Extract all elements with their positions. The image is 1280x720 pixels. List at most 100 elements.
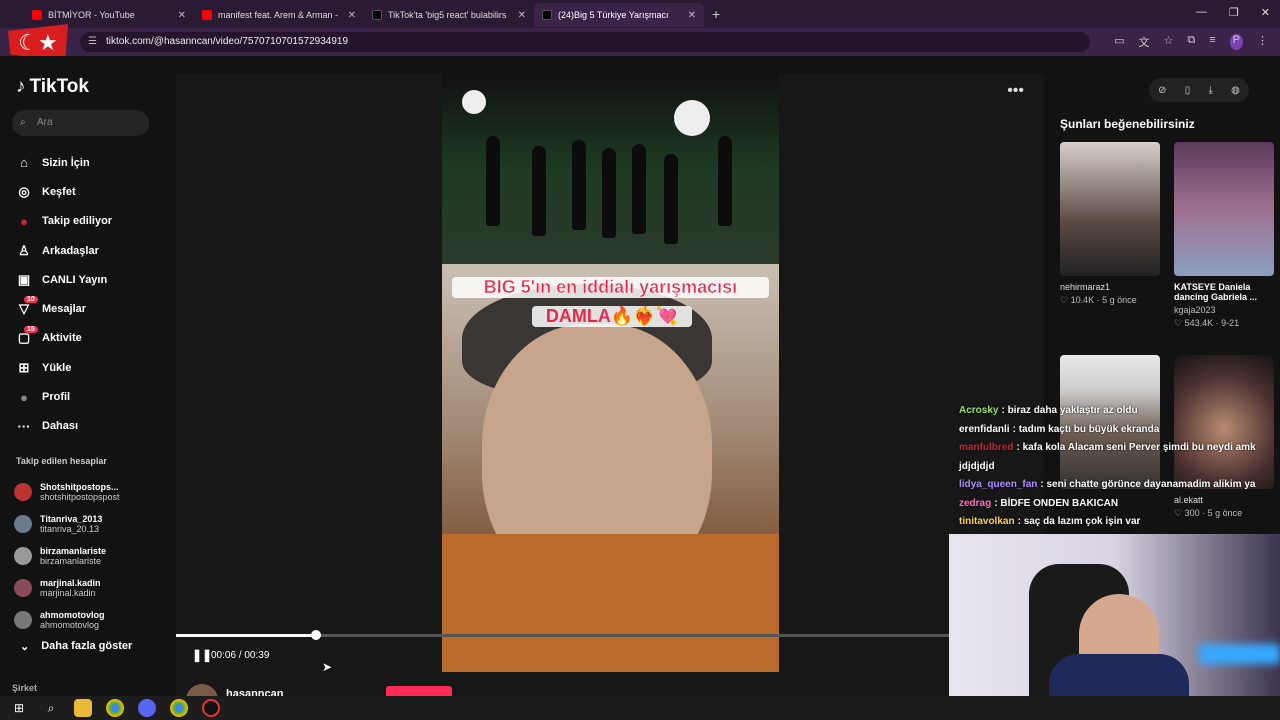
discord-icon[interactable]	[138, 699, 156, 717]
download-icon[interactable]: ⤓	[1208, 85, 1212, 96]
compass-icon: ◎	[18, 183, 30, 199]
restore-icon[interactable]: ❐	[1229, 6, 1239, 19]
browser-tab[interactable]: manifest feat. Arem & Arman - ✕	[194, 3, 364, 27]
following-account[interactable]: ahmomotovlog ahmomotovlog	[14, 604, 120, 636]
windows-start-icon[interactable]: ⊞	[10, 699, 28, 717]
nav-label: Keşfet	[42, 185, 76, 198]
youtube-icon	[32, 10, 42, 20]
dancer	[718, 136, 732, 226]
more-icon: ···	[17, 418, 31, 434]
new-tab-icon[interactable]: +	[712, 6, 720, 22]
extensions-icon[interactable]: ⧉	[1187, 34, 1195, 50]
close-icon[interactable]: ✕	[348, 10, 356, 21]
tiktok-icon	[542, 10, 552, 20]
chat-text: tadım kaçtı bu büyük ekranda	[1018, 423, 1160, 435]
coin-icon[interactable]: ⊘	[1158, 85, 1166, 96]
nav-item-kesfet[interactable]: ◎ Keşfet	[16, 177, 112, 206]
following-avatar-icon: ●	[20, 213, 28, 229]
search-icon[interactable]: ⌕	[42, 699, 60, 717]
messages-badge: 10	[24, 296, 38, 304]
nav-item-aktivite[interactable]: ▢ 15 Aktivite	[16, 324, 112, 353]
tiktok-note-icon: ♪	[16, 76, 26, 97]
menu-icon[interactable]: ⋮	[1257, 34, 1268, 50]
video-frame[interactable]: BIG 5'ın en iddialı yarışmacısı DAMLA🔥❤️…	[442, 74, 779, 672]
following-account[interactable]: marjinal.kadin marjinal.kadin	[14, 572, 120, 604]
profile-avatar-icon: ●	[20, 389, 28, 405]
chat-user: erenfidanli	[959, 423, 1010, 435]
shirt	[442, 534, 779, 672]
close-icon[interactable]: ✕	[518, 10, 526, 21]
profile-avatar-icon[interactable]: ◍	[1231, 85, 1240, 96]
search-input[interactable]: ⌕ Ara	[12, 110, 149, 136]
suggested-video[interactable]: KATSEYE Daniela dancing Gabriela ... kga…	[1174, 142, 1274, 329]
bookmark-star-icon[interactable]: ☆	[1164, 34, 1174, 50]
tiktok-logo[interactable]: ♪ TikTok	[16, 76, 89, 98]
tab-title: (24)Big 5 Türkiye Yarışmacı	[558, 10, 669, 20]
company-link[interactable]: Şirket	[12, 683, 37, 693]
close-icon[interactable]: ✕	[688, 10, 696, 21]
browser-toolbar-icons: ▭ 文 ☆ ⧉ ≡ P ⋮	[1114, 34, 1268, 50]
mouse-cursor-icon: ➤	[322, 660, 333, 674]
progress-knob[interactable]	[310, 630, 321, 640]
translate-icon[interactable]: 文	[1139, 34, 1150, 50]
minimize-icon[interactable]: —	[1196, 6, 1207, 19]
pause-icon[interactable]: ❚❚	[192, 648, 212, 662]
brand-name: TikTok	[29, 76, 89, 97]
nav-label: Takip ediliyor	[42, 215, 113, 228]
profile-icon[interactable]: P	[1229, 34, 1243, 50]
media-icon[interactable]: ≡	[1209, 34, 1215, 50]
dancer	[486, 136, 500, 226]
nav-item-profil[interactable]: ● Profil	[16, 382, 112, 411]
show-more-button[interactable]: ⌄ Daha fazla göster	[20, 640, 132, 653]
chrome-icon[interactable]	[106, 699, 124, 717]
address-bar[interactable]: ☰ tiktok.com/@hasanncan/video/7570710701…	[80, 32, 1090, 52]
nav-label: Mesajlar	[42, 303, 87, 316]
dancer	[532, 146, 546, 236]
chat-message: Acrosky: biraz daha yaklaştır az oldu	[959, 405, 1138, 416]
chat-message: manfulbred: kafa kola Alacam seni Perver…	[959, 442, 1256, 472]
browser-tab[interactable]: BİTMİYOR - YouTube ✕	[24, 3, 194, 27]
device-icon[interactable]: ▯	[1185, 85, 1191, 96]
video-player[interactable]: BIG 5'ın en iddialı yarışmacısı DAMLA🔥❤️…	[176, 74, 1044, 716]
nav-label: Aktivite	[42, 332, 82, 345]
browser-tab-active[interactable]: (24)Big 5 Türkiye Yarışmacı ✕	[534, 3, 704, 27]
chat-message: lidya_queen_fan: seni chatte görünce day…	[959, 479, 1256, 490]
following-header: Takip edilen hesaplar	[16, 456, 107, 466]
dance-scene	[442, 74, 779, 264]
nav-item-takip-ediliyor[interactable]: ● Takip ediliyor	[16, 207, 112, 236]
following-account[interactable]: birzamanlariste birzamanlariste	[14, 540, 120, 572]
nav-item-arkadaslar[interactable]: ♙ Arkadaşlar	[16, 236, 112, 265]
following-account[interactable]: Shotshitpostops... shotshitpostopspost	[14, 476, 120, 508]
webcam-overlay	[949, 534, 1280, 720]
nav-item-mesajlar[interactable]: ▽ 10 Mesajlar	[16, 294, 112, 323]
video-thumbnail	[1174, 142, 1274, 276]
nav-item-sizin-icin[interactable]: ⌂ Sizin İçin	[16, 148, 112, 177]
suggested-video[interactable]: nehirmaraz1 ♡ 10.4K · 5 g önce	[1060, 142, 1160, 306]
close-icon[interactable]: ✕	[178, 10, 186, 21]
chevron-down-icon: ⌄	[20, 641, 30, 653]
nav-item-canli-yayin[interactable]: ▣ CANLI Yayın	[16, 265, 112, 294]
following-list: Shotshitpostops... shotshitpostopspost Ti…	[14, 476, 120, 636]
nav-item-dahasi[interactable]: ··· Dahası	[16, 412, 112, 441]
site-info-icon[interactable]: ☰	[88, 32, 97, 52]
video-progress-bar[interactable]	[176, 630, 951, 640]
avatar	[14, 483, 32, 501]
chat-user: manfulbred	[959, 442, 1014, 453]
account-name: birzamanlariste	[40, 546, 107, 556]
browser-tab[interactable]: TikTok'ta 'big5 react' bulabilirs ✕	[364, 3, 534, 27]
file-explorer-icon[interactable]	[74, 699, 92, 717]
chrome-icon[interactable]	[170, 699, 188, 717]
cast-icon[interactable]: ▭	[1114, 34, 1124, 50]
nav-item-yukle[interactable]: ⊞ Yükle	[16, 353, 112, 382]
following-account[interactable]: Titanriva_2013 titanriva_20.13	[14, 508, 120, 540]
activity-icon: ▢	[17, 330, 31, 346]
more-options-icon[interactable]: •••	[1007, 82, 1024, 100]
top-action-icons: ⊘ ▯ ⤓ ◍	[1149, 78, 1249, 102]
account-handle: shotshitpostopspost	[40, 492, 120, 502]
obs-icon[interactable]	[202, 699, 220, 717]
close-window-icon[interactable]: ✕	[1261, 6, 1270, 19]
chat-message: zedrag: BİDFE ONDEN BAKICAN	[959, 497, 1119, 509]
friends-icon: ♙	[18, 242, 30, 258]
account-name: ahmomotovlog	[40, 610, 105, 620]
chat-user: lidya_queen_fan	[959, 479, 1038, 490]
